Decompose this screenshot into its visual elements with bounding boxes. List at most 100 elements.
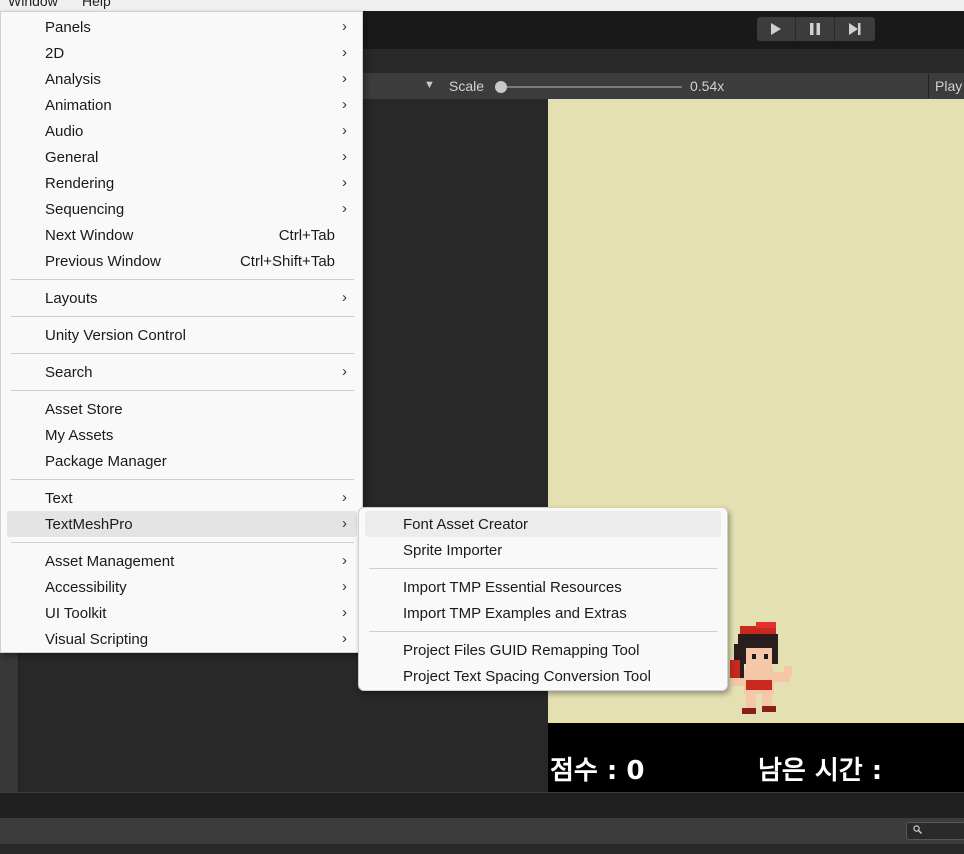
- play-focused-dropdown[interactable]: Play: [928, 74, 964, 98]
- menu-item-ui-toolkit[interactable]: UI Toolkit ›: [7, 600, 357, 626]
- menu-item-audio[interactable]: Audio ›: [7, 118, 357, 144]
- chevron-down-icon[interactable]: ▼: [424, 79, 435, 91]
- menu-item-rendering[interactable]: Rendering ›: [7, 170, 357, 196]
- scale-label: Scale: [449, 78, 485, 94]
- menu-item-label: Animation: [45, 97, 112, 114]
- menu-separator: [11, 479, 354, 480]
- menu-item-label: Analysis: [45, 71, 101, 88]
- menu-item-2d[interactable]: 2D ›: [7, 40, 357, 66]
- chevron-right-icon: ›: [342, 96, 347, 113]
- menu-help[interactable]: Help: [82, 0, 111, 9]
- menu-item-label: Rendering: [45, 175, 115, 192]
- menu-item-general[interactable]: General ›: [7, 144, 357, 170]
- menu-item-package-manager[interactable]: Package Manager: [7, 448, 357, 474]
- play-button[interactable]: [757, 17, 796, 41]
- menu-item-label: Panels: [45, 19, 91, 36]
- chevron-right-icon: ›: [342, 289, 347, 306]
- menu-item-panels[interactable]: Panels ›: [7, 14, 357, 40]
- submenu-item-text-spacing-conversion-tool[interactable]: Project Text Spacing Conversion Tool: [365, 663, 721, 689]
- chevron-right-icon: ›: [342, 200, 347, 217]
- shortcut-label: Ctrl+Shift+Tab: [239, 253, 335, 270]
- submenu-item-font-asset-creator[interactable]: Font Asset Creator: [365, 511, 721, 537]
- menu-item-text[interactable]: Text ›: [7, 485, 357, 511]
- menu-item-visual-scripting[interactable]: Visual Scripting ›: [7, 626, 357, 652]
- menu-item-label: Asset Management: [45, 553, 175, 570]
- menu-item-textmeshpro[interactable]: TextMeshPro ›: [7, 511, 357, 537]
- scale-value: 0.54x: [690, 78, 725, 94]
- scale-slider-handle[interactable]: [495, 81, 507, 93]
- menu-separator: [11, 353, 354, 354]
- bottom-panel: [0, 844, 964, 854]
- chevron-right-icon: ›: [342, 44, 347, 61]
- search-icon: [913, 825, 922, 834]
- chevron-right-icon: ›: [342, 578, 347, 595]
- menu-item-next-window[interactable]: Next Window Ctrl+Tab: [7, 222, 357, 248]
- menu-item-label: UI Toolkit: [45, 605, 107, 622]
- menu-item-analysis[interactable]: Analysis ›: [7, 66, 357, 92]
- pause-icon: [810, 23, 820, 35]
- menu-item-label: Unity Version Control: [45, 327, 186, 344]
- menu-separator: [11, 279, 354, 280]
- menu-separator: [11, 316, 354, 317]
- search-field[interactable]: [906, 822, 964, 840]
- menu-item-sequencing[interactable]: Sequencing ›: [7, 196, 357, 222]
- chevron-right-icon: ›: [342, 174, 347, 191]
- menu-item-layouts[interactable]: Layouts ›: [7, 285, 357, 311]
- menu-item-label: Search: [45, 364, 93, 381]
- menu-item-label: My Assets: [45, 427, 114, 444]
- menu-item-label: Audio: [45, 123, 84, 140]
- menu-item-label: Asset Store: [45, 401, 123, 418]
- menubar: Window Help: [0, 0, 964, 11]
- menu-item-label: Project Files GUID Remapping Tool: [403, 642, 640, 659]
- menu-item-asset-store[interactable]: Asset Store: [7, 396, 357, 422]
- menu-item-label: Import TMP Examples and Extras: [403, 605, 627, 622]
- chevron-right-icon: ›: [342, 70, 347, 87]
- menu-item-label: Next Window: [45, 227, 134, 244]
- menu-item-label: Layouts: [45, 290, 98, 307]
- window-menu: Panels › 2D › Analysis › Animation › Audio › …: [0, 11, 363, 653]
- menu-item-label: Sprite Importer: [403, 542, 503, 559]
- menu-item-label: Previous Window: [45, 253, 161, 270]
- score-text: 점수 : 0: [550, 756, 645, 786]
- menu-item-label: Project Text Spacing Conversion Tool: [403, 668, 651, 685]
- chevron-right-icon: ›: [342, 552, 347, 569]
- menu-separator: [11, 390, 354, 391]
- playmode-controls: [757, 17, 875, 41]
- menu-item-previous-window[interactable]: Previous Window Ctrl+Shift+Tab: [7, 248, 357, 274]
- submenu-item-import-tmp-examples[interactable]: Import TMP Examples and Extras: [365, 600, 721, 626]
- menu-item-unity-version-control[interactable]: Unity Version Control: [7, 322, 357, 348]
- menu-item-label: Text: [45, 490, 73, 507]
- submenu-item-guid-remapping-tool[interactable]: Project Files GUID Remapping Tool: [365, 637, 721, 663]
- menu-item-search[interactable]: Search ›: [7, 359, 357, 385]
- step-button[interactable]: [835, 17, 874, 41]
- character-sprite: [730, 622, 792, 714]
- menu-item-animation[interactable]: Animation ›: [7, 92, 357, 118]
- chevron-right-icon: ›: [342, 148, 347, 165]
- menu-item-label: 2D: [45, 45, 65, 62]
- menu-item-accessibility[interactable]: Accessibility ›: [7, 574, 357, 600]
- menu-item-my-assets[interactable]: My Assets: [7, 422, 357, 448]
- chevron-right-icon: ›: [342, 489, 347, 506]
- submenu-item-import-tmp-essential-resources[interactable]: Import TMP Essential Resources: [365, 574, 721, 600]
- menu-window[interactable]: Window: [8, 0, 58, 9]
- pause-button[interactable]: [796, 17, 835, 41]
- textmeshpro-submenu: Font Asset Creator Sprite Importer Impor…: [358, 507, 728, 691]
- menu-item-label: Font Asset Creator: [403, 516, 529, 533]
- bottom-panel-tabs: [0, 792, 964, 819]
- submenu-item-sprite-importer[interactable]: Sprite Importer: [365, 537, 721, 563]
- menu-item-label: Visual Scripting: [45, 631, 149, 648]
- chevron-right-icon: ›: [342, 630, 347, 647]
- scale-slider-track[interactable]: [500, 86, 682, 88]
- chevron-right-icon: ›: [342, 515, 347, 532]
- play-icon: [771, 23, 781, 35]
- shortcut-label: Ctrl+Tab: [278, 227, 335, 244]
- menu-item-asset-management[interactable]: Asset Management ›: [7, 548, 357, 574]
- menu-item-label: Sequencing: [45, 201, 125, 218]
- menu-separator: [369, 568, 717, 569]
- chevron-right-icon: ›: [342, 363, 347, 380]
- menu-separator: [369, 631, 717, 632]
- chevron-right-icon: ›: [342, 604, 347, 621]
- step-icon: [848, 23, 860, 35]
- time-text: 남은 시간 :: [758, 756, 883, 786]
- menu-item-label: General: [45, 149, 99, 166]
